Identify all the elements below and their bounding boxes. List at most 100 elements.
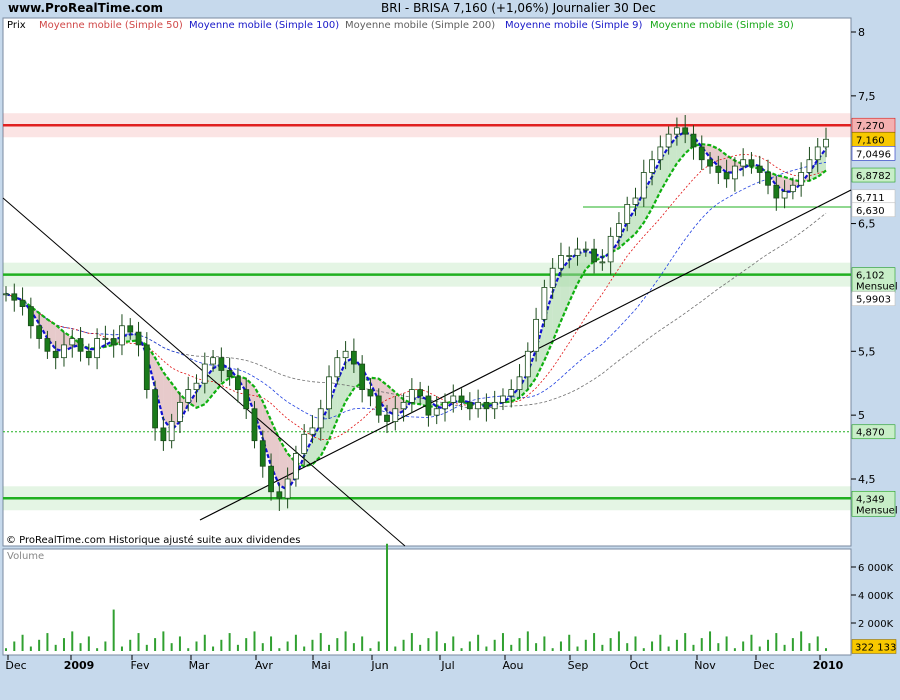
- candle-body: [3, 293, 9, 296]
- volume-panel: [2, 548, 852, 656]
- candle-body: [740, 159, 747, 167]
- candle-body: [425, 395, 432, 416]
- candle-body: [566, 255, 573, 257]
- candle-body: [375, 395, 382, 416]
- price-label-value: 6,711: [856, 193, 885, 204]
- volume-tick-label: 4 000K: [858, 591, 894, 602]
- chart-area: 8 7,5 6,5 5,5 5 4,5 6 000K 4 000K 2 000K 322 133…: [2, 17, 898, 672]
- candle-body: [69, 338, 76, 346]
- candle-body: [707, 159, 713, 167]
- candle-body: [251, 408, 258, 442]
- x-tick-label: 2010: [813, 659, 844, 672]
- candle-body: [94, 338, 101, 359]
- x-tick-label: Dec: [5, 659, 26, 672]
- candle-body: [549, 267, 556, 288]
- price-label-value: 4,870: [856, 428, 885, 439]
- price-label-period: Mensuel: [856, 282, 898, 293]
- x-tick-label: Nov: [694, 659, 716, 672]
- candle-body: [392, 408, 399, 422]
- volume-tick-label: 6 000K: [858, 563, 894, 574]
- price-label-value: 6,8782: [856, 171, 891, 182]
- candle-body: [19, 299, 26, 307]
- volume-tick-label: 2 000K: [858, 619, 894, 630]
- candle-body: [85, 350, 92, 359]
- footnote: © ProRealTime.com Historique ajusté suit…: [6, 534, 300, 546]
- x-tick-label: Avr: [255, 659, 273, 672]
- candle-body: [201, 363, 208, 384]
- y-tick-label: 8: [858, 26, 865, 39]
- legend-sma9: Moyenne mobile (Simple 9): [505, 20, 643, 31]
- candle-body: [781, 191, 788, 199]
- candle-body: [491, 401, 498, 410]
- candle-body: [533, 318, 540, 352]
- candle-body: [102, 338, 109, 340]
- candle-body: [185, 389, 192, 403]
- candle-body: [698, 146, 705, 161]
- candle-body: [400, 401, 407, 410]
- x-tick-label: Jun: [370, 659, 388, 672]
- candle-body: [342, 350, 349, 359]
- candle-body: [731, 165, 738, 180]
- candle-body: [11, 293, 18, 301]
- candle-body: [682, 127, 689, 135]
- candle-body: [433, 408, 440, 416]
- candle-body: [657, 146, 664, 161]
- candle-body: [44, 338, 51, 352]
- candle-body: [210, 357, 216, 365]
- price-label-value: 7,0496: [856, 149, 891, 160]
- candle-body: [814, 146, 821, 161]
- candle-body: [640, 172, 647, 199]
- candle-body: [259, 440, 266, 467]
- candle-body: [367, 389, 374, 397]
- legend-sma200: Moyenne mobile (Simple 200): [345, 20, 495, 31]
- candle-body: [599, 261, 606, 264]
- candle-body: [350, 350, 357, 365]
- candle-body: [607, 235, 614, 263]
- candle-body: [500, 395, 506, 403]
- volume-panel-label: Volume: [7, 551, 44, 562]
- candle-body: [384, 414, 390, 422]
- candle-body: [135, 331, 142, 346]
- x-tick-label: Aou: [502, 659, 523, 672]
- candle-body: [541, 287, 548, 320]
- candle-body: [665, 133, 672, 148]
- candle-body: [77, 338, 84, 352]
- candle-body: [127, 325, 134, 333]
- candle-body: [326, 376, 332, 410]
- price-label-period: Mensuel: [856, 505, 898, 516]
- x-tick-label: Mai: [311, 659, 330, 672]
- legend-sma30: Moyenne mobile (Simple 30): [650, 20, 794, 31]
- y-tick-label: 4,5: [858, 473, 876, 486]
- candle-body: [334, 357, 341, 378]
- candle-body: [508, 389, 515, 397]
- price-labels: 7,2707,1607,04966,87826,7116,6306,102Men…: [851, 117, 898, 517]
- candle-body: [582, 248, 589, 251]
- price-label-value: 7,160: [856, 135, 885, 146]
- candle-body: [317, 408, 324, 429]
- candle-body: [475, 401, 482, 410]
- candle-body: [756, 165, 763, 173]
- candle-body: [624, 204, 631, 224]
- candle-body: [789, 184, 796, 193]
- x-axis: Dec 2009 Fev Mar Avr Mai Jun Jul Aou Sep Oct Nov Dec…: [5, 655, 844, 672]
- candle-body: [823, 138, 829, 148]
- y-tick-label: 7,5: [858, 90, 876, 103]
- candle-body: [276, 491, 283, 499]
- price-label-value: 6,630: [856, 206, 885, 217]
- candle-body: [193, 382, 200, 391]
- candle-body: [748, 159, 755, 167]
- candle-body: [52, 350, 59, 359]
- x-tick-label: Sep: [568, 659, 589, 672]
- candle-body: [27, 306, 34, 327]
- candle-body: [806, 159, 813, 173]
- candle-body: [516, 376, 523, 391]
- x-tick-label: Dec: [753, 659, 774, 672]
- candle-body: [309, 427, 316, 435]
- candle-body: [765, 172, 771, 186]
- candle-body: [558, 255, 564, 269]
- candle-body: [168, 421, 175, 442]
- volume-last-label: 322 133: [855, 642, 896, 653]
- x-tick-label: Fev: [130, 659, 149, 672]
- candle-body: [466, 401, 473, 410]
- candle-body: [715, 165, 722, 173]
